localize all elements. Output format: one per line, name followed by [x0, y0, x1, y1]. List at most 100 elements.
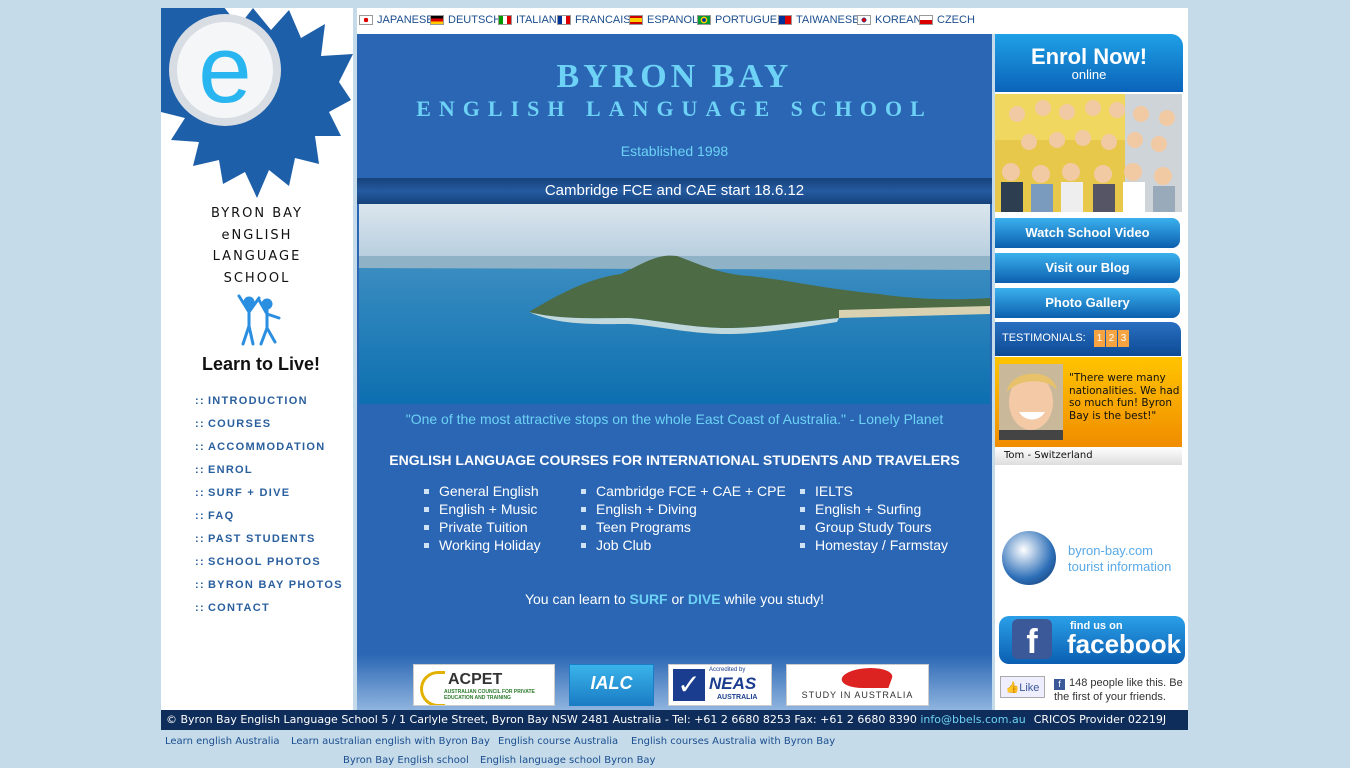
nav-prefix: ::: [195, 579, 205, 591]
surf-dive-line: You can learn to SURF or DIVE while you …: [357, 591, 992, 607]
language-link-taiwanese[interactable]: TAIWANESE: [778, 14, 860, 26]
nav-item-label: SURF + DIVE: [207, 487, 291, 499]
language-link-italian[interactable]: ITALIAN: [498, 14, 557, 26]
testimonial-author-name: Tom - Switzerland: [1004, 450, 1093, 461]
czech-flag-icon: [919, 15, 933, 25]
nav-item-introduction[interactable]: :: INTRODUCTION: [195, 395, 343, 418]
seo-link[interactable]: Learn australian english with Byron Bay: [291, 736, 490, 747]
seo-link[interactable]: English courses Australia with Byron Bay: [631, 736, 835, 747]
nav-item-faq[interactable]: :: FAQ: [195, 510, 343, 533]
seo-link[interactable]: English course Australia: [498, 736, 618, 747]
school-name-line: BYRON BAY: [210, 206, 303, 221]
course-item[interactable]: Group Study Tours: [800, 519, 948, 537]
language-label: ESPANOL: [647, 14, 699, 26]
nav-item-label: PAST STUDENTS: [207, 533, 316, 545]
nav-item-surf-dive[interactable]: :: SURF + DIVE: [195, 487, 343, 510]
neas-country-text: AUSTRALIA: [717, 694, 758, 701]
language-link-korean[interactable]: KOREAN: [857, 14, 921, 26]
nav-item-courses[interactable]: :: COURSES: [195, 418, 343, 441]
school-name-line: eNGLISH: [221, 227, 293, 243]
facebook-like-count: f 148 people like this. Be the first of y…: [1054, 676, 1187, 704]
announcement-text[interactable]: Cambridge FCE and CAE start 18.6.12: [357, 182, 992, 199]
nav-item-label: ENROL: [207, 464, 253, 476]
right-sidebar: Enrol Now! online Watch School Video Vis…: [995, 34, 1188, 710]
lonely-planet-quote: "One of the most attractive stops on the…: [405, 411, 944, 427]
language-link-espanol[interactable]: ESPANOL: [629, 14, 698, 26]
language-label: JAPANESE: [377, 14, 434, 26]
lighthouse-globe-icon[interactable]: [1002, 531, 1056, 585]
school-logo-icon[interactable]: e: [161, 8, 353, 198]
course-item[interactable]: General English: [424, 483, 541, 501]
dive-link[interactable]: DIVE: [688, 591, 721, 607]
language-link-portugues[interactable]: PORTUGUES: [697, 14, 784, 26]
nav-item-label: FAQ: [207, 510, 235, 522]
page-subtitle: ENGLISH LANGUAGE SCHOOL: [416, 96, 933, 121]
japan-flag-icon: [359, 15, 373, 25]
students-group-photo[interactable]: [995, 94, 1182, 212]
nav-item-label: SCHOOL PHOTOS: [207, 556, 322, 568]
testimonial-author: Tom - Switzerland: [995, 447, 1182, 465]
testimonial-page-3[interactable]: 3: [1118, 330, 1129, 347]
nav-item-school-photos[interactable]: :: SCHOOL PHOTOS: [195, 556, 343, 579]
acpet-logo-text: ACPET: [448, 671, 503, 688]
nav-prefix: ::: [195, 533, 205, 545]
study-in-australia-logo[interactable]: STUDY IN AUSTRALIA: [786, 664, 929, 706]
course-item[interactable]: Teen Programs: [581, 519, 786, 537]
tagline: Learn to Live!: [201, 354, 321, 374]
established-text: Established 1998: [620, 143, 729, 159]
seo-link[interactable]: English language school Byron Bay: [480, 755, 655, 766]
nav-item-past-students[interactable]: :: PAST STUDENTS: [195, 533, 343, 556]
footer-email-link[interactable]: info@bbels.com.au: [920, 713, 1025, 726]
course-item[interactable]: IELTS: [800, 483, 948, 501]
neas-logo[interactable]: ✓ Accredited by NEAS AUSTRALIA: [668, 664, 772, 706]
nav-prefix: ::: [195, 441, 205, 453]
footer-bar: © Byron Bay English Language School 5 / …: [161, 710, 1188, 730]
language-link-francais[interactable]: FRANCAIS: [557, 14, 631, 26]
nav-item-accommodation[interactable]: :: ACCOMMODATION: [195, 441, 343, 464]
testimonial-page-1[interactable]: 1: [1094, 330, 1105, 347]
course-item[interactable]: English + Surfing: [800, 501, 948, 519]
nav-prefix: ::: [195, 487, 205, 499]
svg-text:e: e: [198, 16, 251, 123]
nav-prefix: ::: [195, 464, 205, 476]
course-item[interactable]: Private Tuition: [424, 519, 541, 537]
language-link-czech[interactable]: CZECH: [919, 14, 975, 26]
course-item[interactable]: English + Diving: [581, 501, 786, 519]
language-link-japanese[interactable]: JAPANESE: [359, 14, 434, 26]
testimonial-page-2[interactable]: 2: [1106, 330, 1117, 347]
seo-link[interactable]: Byron Bay English school: [343, 755, 469, 766]
tourist-site-name: byron-bay.com: [1068, 543, 1154, 558]
course-item[interactable]: Cambridge FCE + CAE + CPE: [581, 483, 786, 501]
course-item[interactable]: Working Holiday: [424, 537, 541, 555]
facebook-banner[interactable]: f find us on facebook: [999, 616, 1185, 664]
nav-prefix: ::: [195, 602, 205, 614]
acpet-logo[interactable]: ACPET AUSTRALIAN COUNCIL FOR PRIVATE EDU…: [413, 664, 555, 706]
nav-prefix: ::: [195, 418, 205, 430]
language-label: TAIWANESE: [796, 14, 860, 26]
course-item[interactable]: English + Music: [424, 501, 541, 519]
visit-blog-button[interactable]: Visit our Blog: [995, 253, 1180, 283]
page-container: e BYRON BAY eNGLISH LANGUAGE SCHOOL Lear…: [161, 8, 1188, 710]
watch-school-video-button[interactable]: Watch School Video: [995, 218, 1180, 248]
surf-link[interactable]: SURF: [630, 591, 668, 607]
taiwan-flag-icon: [778, 15, 792, 25]
nav-item-byron-bay-photos[interactable]: :: BYRON BAY PHOTOS: [195, 579, 343, 602]
brazil-flag-icon: [697, 15, 711, 25]
ialc-logo-text: IALC: [590, 673, 633, 693]
kangaroo-icon: [838, 668, 896, 688]
spain-flag-icon: [629, 15, 643, 25]
enrol-now-button[interactable]: Enrol Now! online: [995, 34, 1183, 92]
ialc-logo[interactable]: IALC: [569, 664, 654, 706]
courses-list-column-2: Cambridge FCE + CAE + CPE English + Divi…: [581, 483, 786, 555]
nav-item-contact[interactable]: :: CONTACT: [195, 602, 343, 625]
enrol-now-sublabel: online: [1071, 67, 1107, 82]
nav-item-enrol[interactable]: :: ENROL: [195, 464, 343, 487]
tourist-information-link[interactable]: byron-bay.com tourist information: [1068, 543, 1171, 575]
dancing-figures-icon: [237, 294, 281, 346]
seo-link[interactable]: Learn english Australia: [165, 736, 279, 747]
facebook-like-button[interactable]: 👍Like: [1000, 676, 1045, 698]
course-item[interactable]: Job Club: [581, 537, 786, 555]
course-item[interactable]: Homestay / Farmstay: [800, 537, 948, 555]
photo-gallery-button[interactable]: Photo Gallery: [995, 288, 1180, 318]
language-link-deutsch[interactable]: DEUTSCH: [430, 14, 501, 26]
